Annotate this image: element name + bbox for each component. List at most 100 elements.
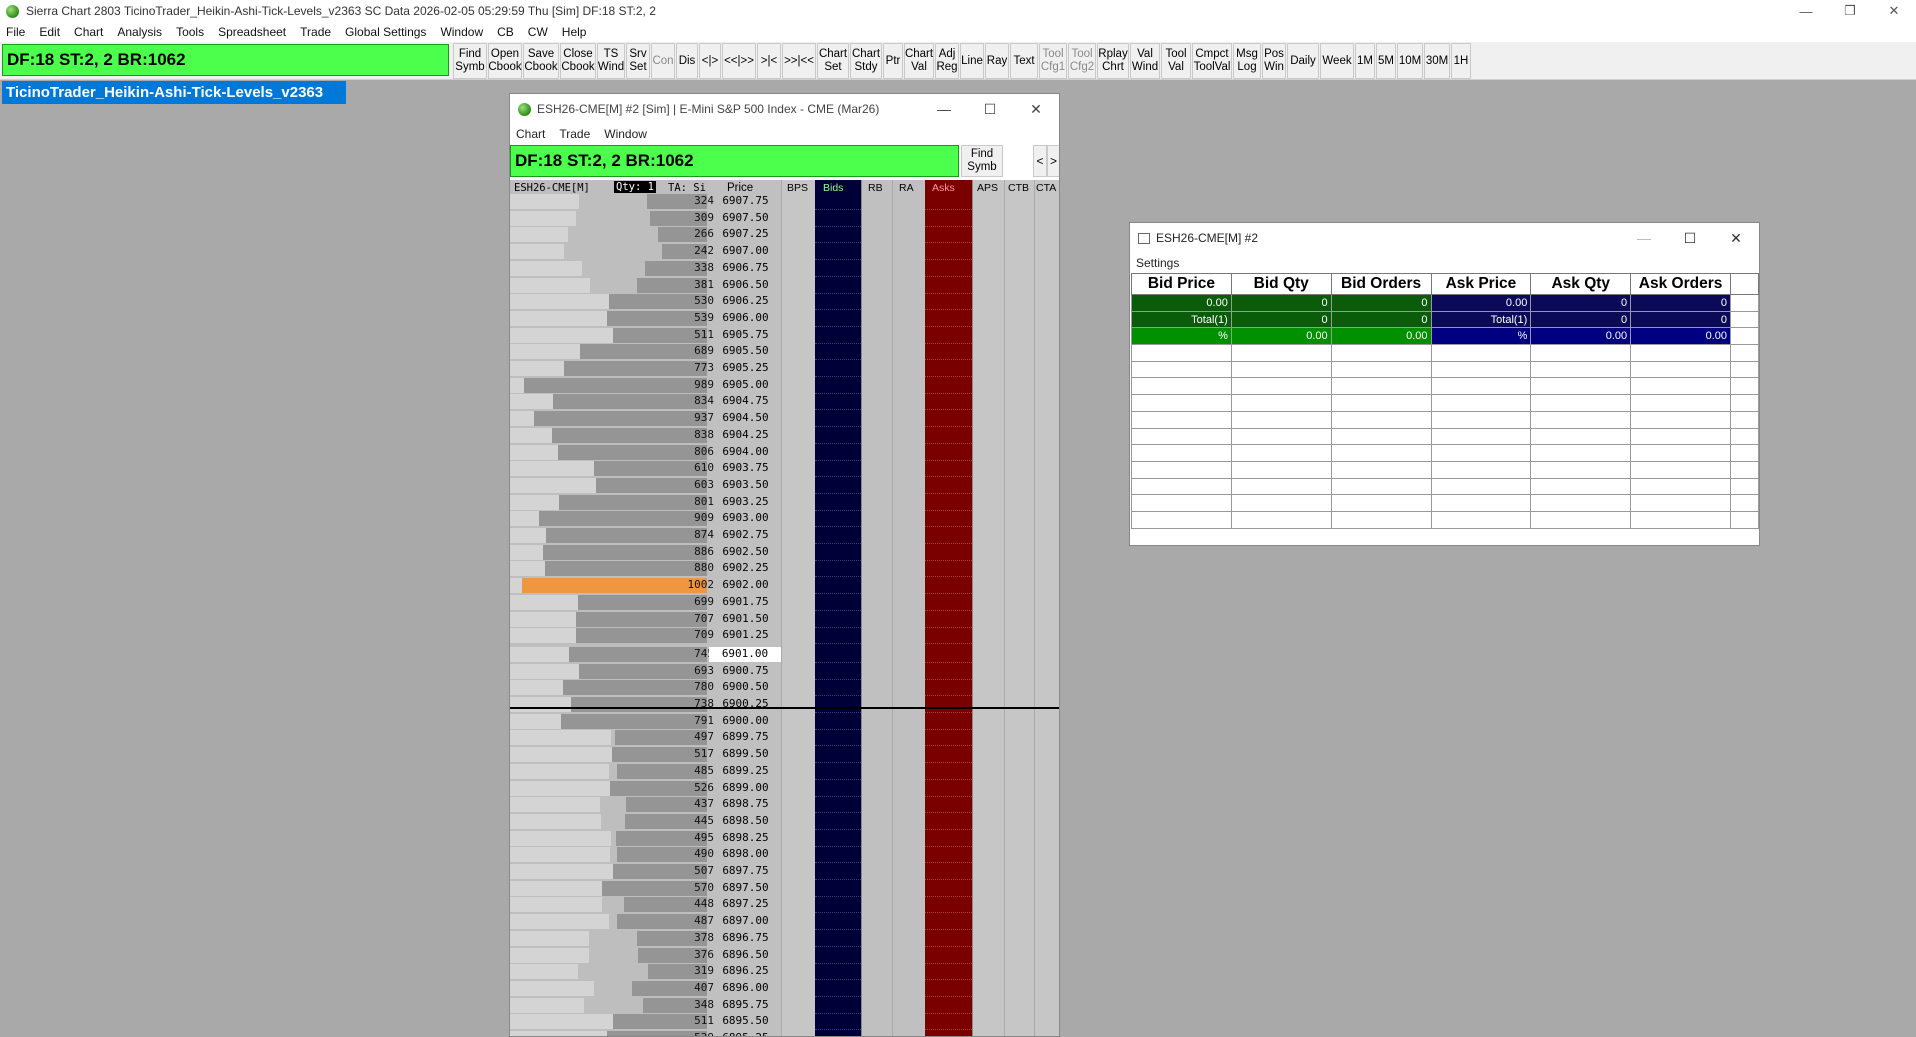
price-cell[interactable]: 6906.75 <box>710 261 781 274</box>
ladder-row[interactable]: 791 6900.00 <box>510 713 1059 730</box>
toolbar-tool-cfg1-button[interactable]: Tool Cfg1 <box>1039 43 1067 79</box>
price-cell[interactable]: 6895.75 <box>710 998 781 1011</box>
qty-header[interactable]: Qty: 1 <box>614 181 656 193</box>
ladder-row[interactable]: 707 6901.50 <box>510 611 1059 628</box>
price-cell[interactable]: 6902.50 <box>710 545 781 558</box>
ladder-row[interactable]: 989 6905.00 <box>510 377 1059 394</box>
maximize-icon[interactable]: ☐ <box>967 94 1013 124</box>
price-cell[interactable]: 6907.25 <box>710 227 781 240</box>
ladder-row[interactable]: 448 6897.25 <box>510 896 1059 914</box>
ladder-row[interactable]: 773 6905.25 <box>510 360 1059 377</box>
toolbar-chart-set-button[interactable]: Chart Set <box>817 43 849 79</box>
toolbar-find-symb-button[interactable]: Find Symb <box>453 43 487 79</box>
ladder-row[interactable]: 838 6904.25 <box>510 427 1059 444</box>
price-cell[interactable]: 6907.00 <box>710 244 781 257</box>
ladder-row[interactable]: 530 6906.25 <box>510 293 1059 311</box>
price-cell[interactable]: 6903.00 <box>710 511 781 524</box>
ladder-row[interactable]: 937 6904.50 <box>510 410 1059 428</box>
menu-cb[interactable]: CB <box>497 25 514 39</box>
toolbar-ptr-button[interactable]: Ptr <box>883 43 903 79</box>
toolbar-30m-button[interactable]: 30M <box>1424 43 1450 79</box>
toolbar-rplay-chrt-button[interactable]: Rplay Chrt <box>1097 43 1129 79</box>
price-cell[interactable]: 6905.00 <box>710 378 781 391</box>
toolbar-con-button[interactable]: Con <box>651 43 675 79</box>
ladder-row[interactable]: 539 6906.00 <box>510 310 1059 327</box>
ladder-row[interactable]: 874 6902.75 <box>510 527 1059 544</box>
ladder-row[interactable]: 801 6903.25 <box>510 494 1059 511</box>
menu-global-settings[interactable]: Global Settings <box>345 25 426 39</box>
ladder-row[interactable]: 376 6896.50 <box>510 947 1059 964</box>
price-cell[interactable]: 6896.50 <box>710 948 781 961</box>
menu-window[interactable]: Window <box>440 25 483 39</box>
ladder-row[interactable]: 381 6906.50 <box>510 277 1059 294</box>
price-cell[interactable]: 6901.75 <box>710 595 781 608</box>
price-cell[interactable]: 6905.50 <box>710 344 781 357</box>
toolbar-daily-button[interactable]: Daily <box>1287 43 1319 79</box>
ladder-row[interactable]: 445 6898.50 <box>510 813 1059 830</box>
scroll-left-button[interactable]: < <box>1033 145 1047 177</box>
price-cell[interactable]: 6904.00 <box>710 445 781 458</box>
toolbar-line-button[interactable]: Line <box>960 43 984 79</box>
ladder-row[interactable]: 242 6907.00 <box>510 243 1059 261</box>
toolbar-cmpct-toolval-button[interactable]: Cmpct ToolVal <box>1192 43 1232 79</box>
menu-analysis[interactable]: Analysis <box>117 25 162 39</box>
ladder-row[interactable]: 490 6898.00 <box>510 846 1059 864</box>
ladder-row[interactable]: 806 6904.00 <box>510 444 1059 461</box>
price-cell[interactable]: 6904.50 <box>710 411 781 424</box>
price-cell[interactable]: 6902.00 <box>710 578 781 591</box>
price-cell[interactable]: 6897.50 <box>710 881 781 894</box>
price-cell[interactable]: 6902.25 <box>710 561 781 574</box>
toolbar-nav-button[interactable]: <|> <box>699 43 721 79</box>
toolbar-nav-button[interactable]: >|< <box>757 43 781 79</box>
price-cell[interactable]: 6898.25 <box>710 831 781 844</box>
ladder-row[interactable]: 495 6898.25 <box>510 830 1059 847</box>
ladder-row[interactable]: 5396895.25 <box>510 1030 1059 1036</box>
price-cell[interactable]: 6904.75 <box>710 394 781 407</box>
price-cell[interactable]: 6898.00 <box>710 847 781 860</box>
toolbar-save-cbook-button[interactable]: Save Cbook <box>523 43 559 79</box>
ladder-row[interactable]: 745 6901.00 <box>510 646 1059 663</box>
price-cell[interactable]: 6901.50 <box>710 612 781 625</box>
toolbar-5m-button[interactable]: 5M <box>1376 43 1396 79</box>
ladder-row[interactable]: 738 6900.25 <box>510 696 1059 713</box>
price-cell[interactable]: 6895.25 <box>710 1031 781 1036</box>
toolbar-chart-val-button[interactable]: Chart Val <box>904 43 934 79</box>
toolbar-close-cbook-button[interactable]: Close Cbook <box>560 43 596 79</box>
menu-trade[interactable]: Trade <box>300 25 331 39</box>
restore-icon[interactable]: ❐ <box>1828 0 1872 22</box>
price-cell[interactable]: 6896.75 <box>710 931 781 944</box>
close-icon[interactable]: ✕ <box>1713 223 1759 253</box>
price-cell[interactable]: 6904.25 <box>710 428 781 441</box>
toolbar-week-button[interactable]: Week <box>1320 43 1354 79</box>
ladder-row[interactable]: 880 6902.25 <box>510 560 1059 578</box>
toolbar-tool-val-button[interactable]: Tool Val <box>1161 43 1191 79</box>
price-cell[interactable]: 6900.00 <box>710 714 781 727</box>
price-cell[interactable]: 6905.25 <box>710 361 781 374</box>
price-cell[interactable]: 6899.75 <box>710 730 781 743</box>
price-cell[interactable]: 6907.50 <box>710 211 781 224</box>
minimize-icon[interactable]: — <box>1784 0 1828 22</box>
price-cell[interactable]: 6906.25 <box>710 294 781 307</box>
toolbar-chart-stdy-button[interactable]: Chart Stdy <box>850 43 882 79</box>
price-cell[interactable]: 6905.75 <box>710 328 781 341</box>
ladder-row[interactable]: 517 6899.50 <box>510 746 1059 764</box>
find-symbol-button[interactable]: Find Symb <box>961 145 1003 177</box>
minimize-icon[interactable]: — <box>1621 223 1667 253</box>
price-cell[interactable]: 6899.25 <box>710 764 781 777</box>
price-cell[interactable]: 6895.50 <box>710 1014 781 1027</box>
menu-tools[interactable]: Tools <box>176 25 204 39</box>
toolbar-nav-button[interactable]: <<|>> <box>722 43 756 79</box>
toolbar-srv-set-button[interactable]: Srv Set <box>626 43 650 79</box>
ladder-row[interactable]: 338 6906.75 <box>510 260 1059 277</box>
maximize-icon[interactable]: ☐ <box>1667 223 1713 253</box>
ladder-row[interactable]: 693 6900.75 <box>510 663 1059 680</box>
price-cell[interactable]: 6899.00 <box>710 781 781 794</box>
price-cell[interactable]: 6896.25 <box>710 964 781 977</box>
toolbar-ray-button[interactable]: Ray <box>985 43 1009 79</box>
price-cell[interactable]: 6903.50 <box>710 478 781 491</box>
toolbar-text-button[interactable]: Text <box>1010 43 1038 79</box>
toolbar-ts-wind-button[interactable]: TS Wind <box>597 43 625 79</box>
toolbar-dis-button[interactable]: Dis <box>676 43 698 79</box>
ladder-row[interactable]: 886 6902.50 <box>510 544 1059 561</box>
ladder-row[interactable]: 689 6905.50 <box>510 343 1059 361</box>
